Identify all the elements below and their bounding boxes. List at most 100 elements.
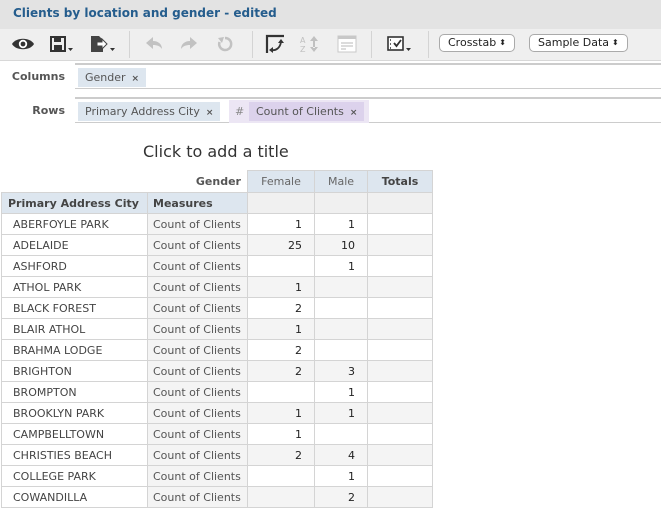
- toolbar-separator: [371, 31, 372, 58]
- toolbar-separator: [129, 31, 130, 58]
- export-icon[interactable]: [88, 33, 118, 55]
- measure-cell: Count of Clients: [147, 360, 248, 382]
- male-count-cell: 4: [314, 444, 368, 466]
- undo-icon[interactable]: [143, 33, 165, 55]
- svg-text:A: A: [300, 36, 306, 45]
- reset-icon[interactable]: [214, 33, 236, 55]
- save-icon[interactable]: [48, 33, 76, 55]
- male-count-cell: [314, 423, 368, 445]
- column-header-male[interactable]: Male: [314, 170, 368, 193]
- table-row: ATHOL PARK Count of Clients 1: [1, 276, 433, 298]
- measure-cell: Count of Clients: [147, 339, 248, 361]
- redo-icon[interactable]: [178, 33, 200, 55]
- total-cell: [367, 339, 433, 361]
- remove-icon[interactable]: ×: [132, 74, 140, 84]
- select-arrows-icon: ⬍: [499, 38, 506, 47]
- city-cell: COLLEGE PARK: [1, 465, 148, 487]
- total-cell: [367, 318, 433, 340]
- city-cell: ASHFORD: [1, 255, 148, 277]
- total-cell: [367, 255, 433, 277]
- female-count-cell: 2: [247, 360, 315, 382]
- city-cell: ABERFOYLE PARK: [1, 213, 148, 235]
- measure-pill-count-of-clients[interactable]: Count of Clients ×: [249, 102, 365, 121]
- total-cell: [367, 234, 433, 256]
- row-pill-primary-address-city[interactable]: Primary Address City ×: [78, 102, 221, 121]
- female-count-cell: [247, 255, 315, 277]
- measure-cell: Count of Clients: [147, 423, 248, 445]
- table-row: COWANDILLA Count of Clients 2: [1, 486, 433, 508]
- view-icon[interactable]: [10, 33, 36, 55]
- male-count-cell: 3: [314, 360, 368, 382]
- city-cell: BRIGHTON: [1, 360, 148, 382]
- report-title-placeholder[interactable]: Click to add a title: [143, 142, 289, 161]
- female-count-cell: 1: [247, 318, 315, 340]
- male-count-cell: 1: [314, 255, 368, 277]
- rows-shelf-label: Rows: [32, 104, 65, 117]
- total-cell: [367, 444, 433, 466]
- city-cell: BROOKLYN PARK: [1, 402, 148, 424]
- column-dimension-label: Gender: [195, 174, 241, 188]
- column-header-female[interactable]: Female: [247, 170, 315, 193]
- column-header-row: Gender Female Male Totals: [2, 170, 433, 193]
- measure-cell: Count of Clients: [147, 234, 248, 256]
- city-cell: ADELAIDE: [1, 234, 148, 256]
- male-count-cell: 1: [314, 402, 368, 424]
- column-pill-gender[interactable]: Gender ×: [78, 68, 147, 87]
- city-cell: BLACK FOREST: [1, 297, 148, 319]
- crosstab-table: Gender Female Male Totals Primary Addres…: [1, 170, 433, 508]
- total-cell: [367, 402, 433, 424]
- columns-shelf[interactable]: Gender ×: [75, 63, 661, 89]
- female-count-cell: 1: [247, 213, 315, 235]
- header-spacer: [314, 192, 368, 214]
- table-row: BLAIR ATHOL Count of Clients 1: [1, 318, 433, 340]
- city-cell: BLAIR ATHOL: [1, 318, 148, 340]
- row-header-measures: Measures: [147, 192, 248, 214]
- remove-icon[interactable]: ×: [350, 108, 358, 118]
- rows-shelf[interactable]: Primary Address City × # Count of Clients…: [75, 97, 661, 123]
- measure-cell: Count of Clients: [147, 213, 248, 235]
- city-cell: BRAHMA LODGE: [1, 339, 148, 361]
- table-row: BRIGHTON Count of Clients 2 3: [1, 360, 433, 382]
- female-count-cell: [247, 486, 315, 508]
- report-name: Clients by location and gender - edited: [13, 6, 277, 20]
- male-count-cell: 1: [314, 381, 368, 403]
- table-row: BROMPTON Count of Clients 1: [1, 381, 433, 403]
- measure-cell: Count of Clients: [147, 402, 248, 424]
- report-type-select[interactable]: Crosstab ⬍: [439, 34, 515, 52]
- table-row: CHRISTIES BEACH Count of Clients 2 4: [1, 444, 433, 466]
- male-count-cell: 2: [314, 486, 368, 508]
- remove-icon[interactable]: ×: [206, 108, 214, 118]
- row-header-row: Primary Address City Measures: [1, 192, 433, 214]
- sort-icon[interactable]: AZ: [298, 33, 322, 55]
- header-spacer: [247, 192, 315, 214]
- city-cell: CHRISTIES BEACH: [1, 444, 148, 466]
- measure-cell: Count of Clients: [147, 297, 248, 319]
- toolbar: AZ Crosstab ⬍ Sample Data ⬍: [0, 29, 661, 61]
- title-bar: Clients by location and gender - edited: [0, 0, 661, 29]
- total-cell: [367, 423, 433, 445]
- female-count-cell: 2: [247, 444, 315, 466]
- female-count-cell: 1: [247, 423, 315, 445]
- total-cell: [367, 360, 433, 382]
- select-arrows-icon: ⬍: [612, 38, 619, 47]
- total-cell: [367, 297, 433, 319]
- table-row: BLACK FOREST Count of Clients 2: [1, 297, 433, 319]
- table-row: ADELAIDE Count of Clients 25 10: [1, 234, 433, 256]
- pill-label: Primary Address City: [85, 105, 200, 118]
- header-spacer: [367, 192, 433, 214]
- measure-cell: Count of Clients: [147, 255, 248, 277]
- table-row: ABERFOYLE PARK Count of Clients 1 1: [1, 213, 433, 235]
- measure-cell: Count of Clients: [147, 276, 248, 298]
- svg-text:Z: Z: [300, 45, 306, 54]
- row-header-city[interactable]: Primary Address City: [1, 192, 148, 214]
- data-source-select[interactable]: Sample Data ⬍: [529, 34, 628, 52]
- swap-axes-icon[interactable]: [263, 33, 287, 55]
- city-cell: ATHOL PARK: [1, 276, 148, 298]
- report-type-value: Crosstab: [448, 36, 497, 49]
- measures-group[interactable]: # Count of Clients ×: [229, 100, 369, 123]
- options-icon[interactable]: [385, 33, 417, 55]
- layout-icon[interactable]: [335, 33, 359, 55]
- female-count-cell: [247, 465, 315, 487]
- male-count-cell: 10: [314, 234, 368, 256]
- male-count-cell: 1: [314, 213, 368, 235]
